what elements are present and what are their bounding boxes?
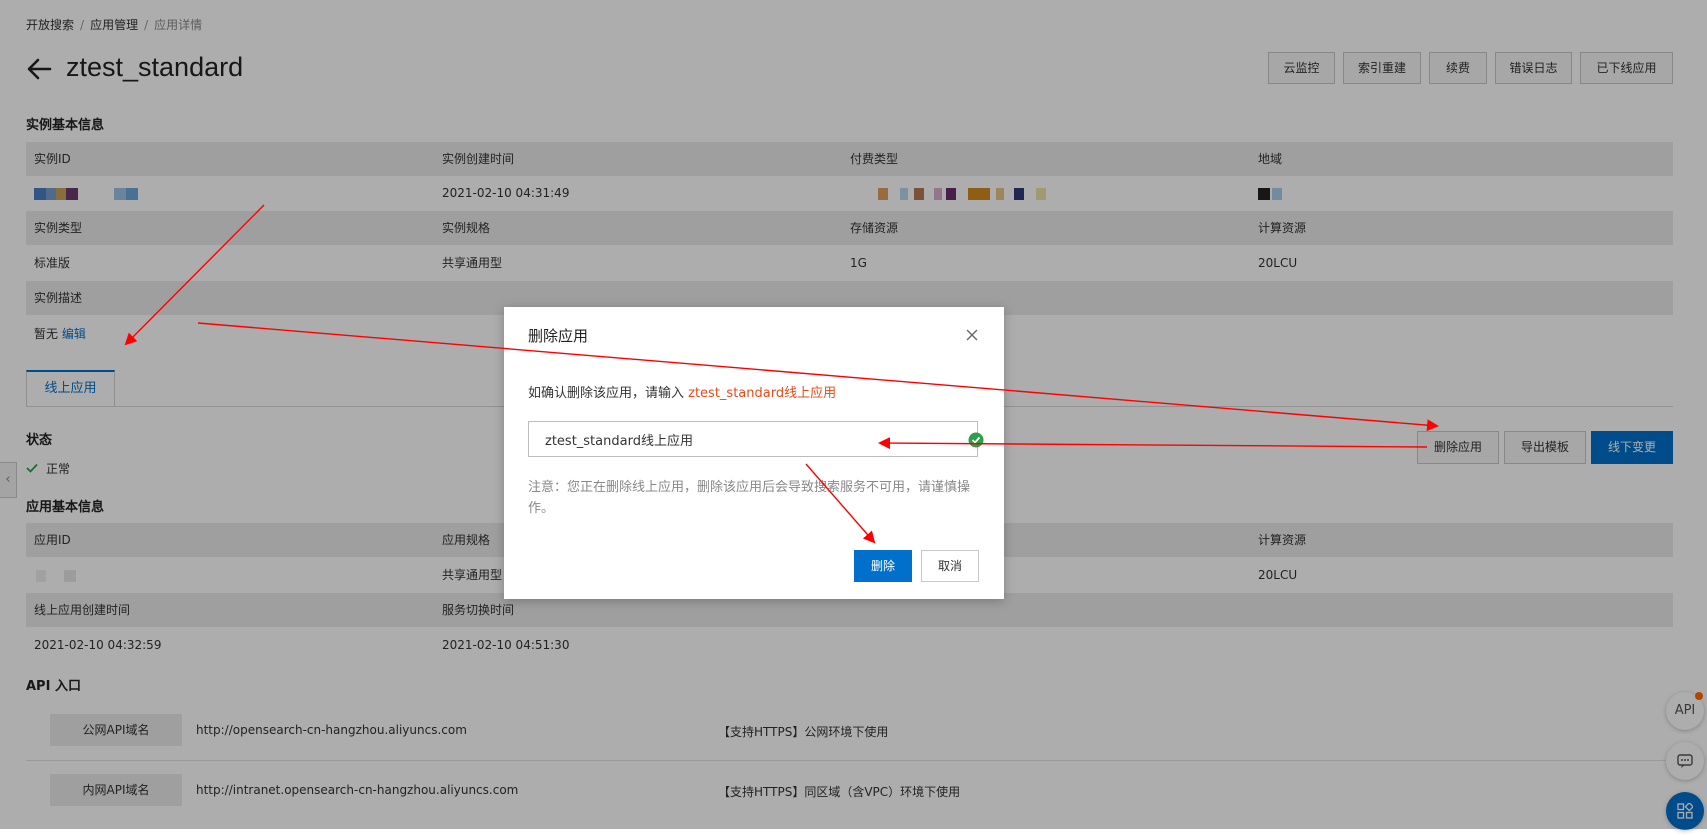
close-icon[interactable] (964, 327, 980, 343)
dialog-message-highlight: ztest_standard线上应用 (688, 386, 837, 401)
dialog-title: 删除应用 (528, 327, 589, 345)
app-detail-page: 开放搜索 / 应用管理 / 应用详情 ztest_standard 云监控 索引重建 续… (0, 0, 1707, 830)
dialog-warning-note: 注意：您正在删除线上应用，删除该应用后会导致搜索服务不可用，请谨慎操作。 (528, 480, 971, 516)
confirm-name-input[interactable] (528, 421, 978, 457)
confirm-delete-button[interactable]: 删除 (854, 550, 912, 582)
delete-app-dialog: 删除应用 如确认删除该应用，请输入 ztest_standard线上应用 注意：… (504, 307, 1004, 599)
dialog-message-text: 如确认删除该应用，请输入 (528, 386, 689, 401)
dialog-message: 如确认删除该应用，请输入 ztest_standard线上应用 (528, 382, 836, 401)
cancel-button[interactable]: 取消 (921, 550, 979, 582)
input-valid-check-icon (968, 432, 984, 448)
